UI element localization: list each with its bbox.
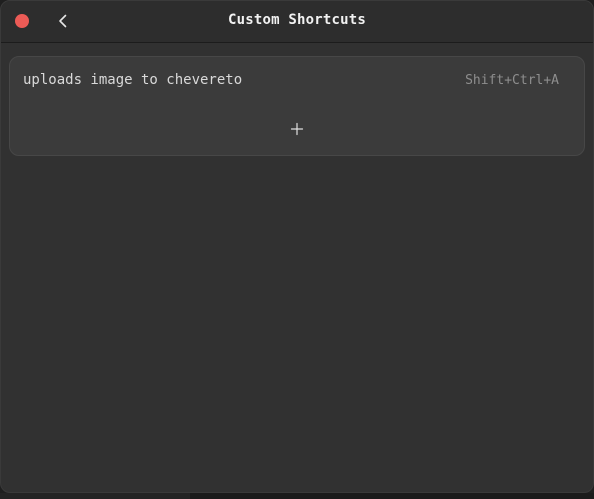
bottom-strip-segment [0,493,190,499]
shortcuts-list: uploads image to chevereto Shift+Ctrl+A [9,56,585,156]
titlebar: Custom Shortcuts [1,1,593,43]
shortcut-name: uploads image to chevereto [23,72,243,88]
shortcut-row[interactable]: uploads image to chevereto Shift+Ctrl+A [10,57,584,105]
custom-shortcuts-window: Custom Shortcuts uploads image to chever… [0,0,594,493]
add-shortcut-button[interactable] [289,121,305,137]
window-title: Custom Shortcuts [227,12,367,28]
bottom-strip [0,493,594,499]
shortcut-keys: Shift+Ctrl+A [465,73,559,88]
plus-icon [290,122,304,136]
